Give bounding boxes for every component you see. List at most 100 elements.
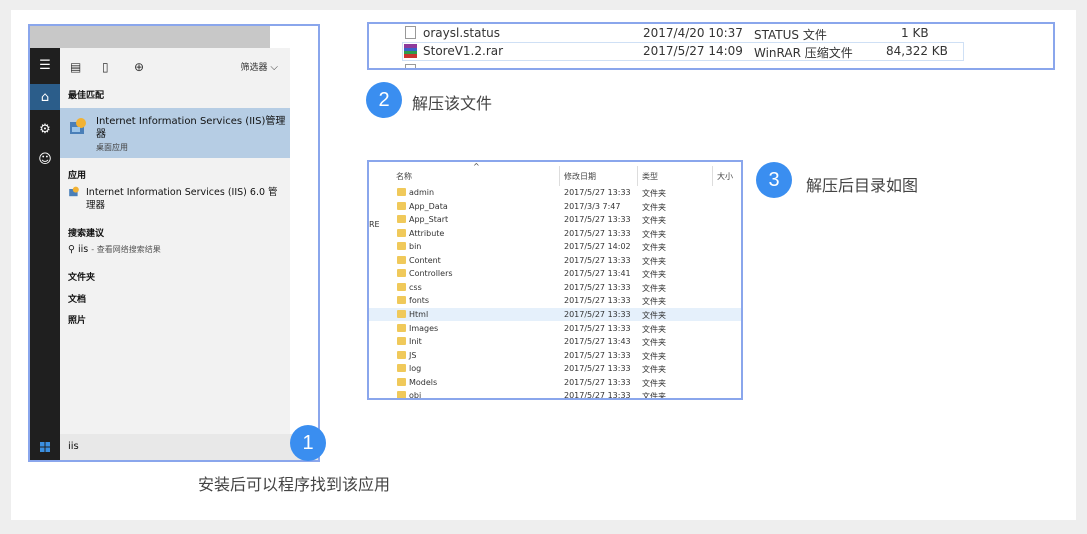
folder-icon xyxy=(397,296,406,305)
folder-row[interactable]: App_Data 2017/3/3 7:47 文件夹 xyxy=(369,200,741,214)
column-divider xyxy=(637,166,638,186)
folder-row[interactable]: Attribute 2017/5/27 13:33 文件夹 xyxy=(369,227,741,241)
folder-icon xyxy=(397,255,406,264)
folder-date: 2017/5/27 13:33 xyxy=(564,215,631,225)
folder-name: log xyxy=(409,364,422,374)
file-row[interactable]: oraysl.status 2017/4/20 10:37 STATUS 文件 … xyxy=(369,24,1053,43)
folder-type: 文件夹 xyxy=(642,310,666,320)
folder-type: 文件夹 xyxy=(642,270,666,280)
col-name[interactable]: 名称 xyxy=(396,171,412,182)
folder-name: Controllers xyxy=(409,269,453,279)
folder-row[interactable]: admin 2017/5/27 13:33 文件夹 xyxy=(369,186,741,200)
folder-row[interactable]: bin 2017/5/27 14:02 文件夹 xyxy=(369,240,741,254)
folder-icon xyxy=(397,188,406,196)
hamburger-icon[interactable]: ☰ xyxy=(30,52,60,78)
folder-row[interactable]: Init 2017/5/27 13:43 文件夹 xyxy=(369,335,741,349)
search-box[interactable]: iis xyxy=(68,441,79,452)
column-divider xyxy=(559,166,560,186)
folder-date: 2017/5/27 13:33 xyxy=(564,377,631,387)
folder-date: 2017/5/27 13:33 xyxy=(564,350,631,360)
col-date[interactable]: 修改日期 xyxy=(564,171,596,182)
home-icon[interactable]: ⌂ xyxy=(30,84,60,110)
folder-date: 2017/3/3 7:47 xyxy=(564,201,621,211)
folder-icon xyxy=(397,215,406,224)
folder-type: 文件夹 xyxy=(642,378,666,388)
column-header: ^ 名称 修改日期 类型 大小 xyxy=(369,162,741,186)
folder-name: Attribute xyxy=(409,228,445,238)
folder-type: 文件夹 xyxy=(642,283,666,293)
filter-dropdown[interactable]: 筛选器 ⌵ xyxy=(241,60,278,73)
file-size: 84,322 KB xyxy=(886,44,948,58)
apps-header: 应用 xyxy=(68,171,87,181)
folder-name: Init xyxy=(409,337,422,347)
folder-row[interactable]: obj 2017/5/27 13:33 文件夹 xyxy=(369,389,741,400)
folder-row[interactable]: fonts 2017/5/27 13:33 文件夹 xyxy=(369,294,741,308)
search-suggest-query: iis xyxy=(78,244,89,255)
folder-name: bin xyxy=(409,242,422,252)
folder-date: 2017/5/27 13:41 xyxy=(564,269,631,279)
folder-icon xyxy=(397,391,406,398)
step-1-badge: 1 xyxy=(290,425,326,461)
folder-row[interactable]: App_Start 2017/5/27 13:33 文件夹 xyxy=(369,213,741,227)
folder-row[interactable]: JS 2017/5/27 13:33 文件夹 xyxy=(369,349,741,363)
folder-name: JS xyxy=(409,350,417,360)
file-date: 2017/4/20 10:37 xyxy=(643,26,743,40)
folder-row[interactable]: css 2017/5/27 13:33 文件夹 xyxy=(369,281,741,295)
iis-app-icon xyxy=(70,118,86,134)
globe-icon[interactable]: ⊕ xyxy=(134,60,144,74)
folder-name: App_Start xyxy=(409,215,449,225)
folder-type: 文件夹 xyxy=(642,365,666,375)
file-row-partial xyxy=(369,62,1053,68)
chevron-down-icon: ⌵ xyxy=(270,62,278,73)
folder-icon xyxy=(397,377,406,386)
file-icon xyxy=(405,64,416,68)
file-name: StoreV1.2.rar xyxy=(423,44,504,58)
folder-icon xyxy=(397,269,406,278)
app-result-item[interactable]: Internet Information Services (IIS) 6.0 … xyxy=(86,186,286,212)
folder-date: 2017/5/27 13:43 xyxy=(564,337,631,347)
col-type[interactable]: 类型 xyxy=(642,171,658,182)
column-divider xyxy=(712,166,713,186)
best-match-header: 最佳匹配 xyxy=(68,91,105,101)
file-row[interactable]: StoreV1.2.rar 2017/5/27 14:09 WinRAR 压缩文… xyxy=(369,42,1053,61)
windows-icon[interactable] xyxy=(30,434,60,460)
folder-row[interactable]: Controllers 2017/5/27 13:41 文件夹 xyxy=(369,267,741,281)
folder-date: 2017/5/27 13:33 xyxy=(564,323,631,333)
folder-icon xyxy=(397,201,406,210)
start-left-rail: ☰ ⌂ ⚙ ☺ ○ xyxy=(30,48,60,460)
start-menu-panel: ☰ ⌂ ⚙ ☺ ○ ▤ ▯ ⊕ 筛选器 ⌵ 最佳匹配 Internet Info… xyxy=(28,24,320,462)
search-results-pane: ▤ ▯ ⊕ 筛选器 ⌵ 最佳匹配 Internet Information Se… xyxy=(60,48,290,446)
folder-name: Html xyxy=(409,309,429,319)
folder-date: 2017/5/27 13:33 xyxy=(564,391,631,400)
folder-date: 2017/5/27 13:33 xyxy=(564,364,631,374)
folder-name: Images xyxy=(409,323,439,333)
folder-name: Models xyxy=(409,377,438,387)
folder-name: obj xyxy=(409,391,422,400)
folder-list-panel: ^ 名称 修改日期 类型 大小 RE admin 2017/5/27 13:33 文… xyxy=(367,160,743,400)
folder-name: Content xyxy=(409,255,441,265)
person-icon[interactable]: ☺ xyxy=(30,146,60,172)
folder-row[interactable]: log 2017/5/27 13:33 文件夹 xyxy=(369,362,741,376)
search-suggest-item[interactable]: ⚲ iis - 查看网络搜索结果 xyxy=(68,244,161,255)
folder-date: 2017/5/27 13:33 xyxy=(564,309,631,319)
folder-row[interactable]: Content 2017/5/27 13:33 文件夹 xyxy=(369,254,741,268)
step-2-badge: 2 xyxy=(366,82,402,118)
filter-label: 筛选器 xyxy=(240,63,268,73)
folder-name: fonts xyxy=(409,296,430,306)
folder-icon xyxy=(397,323,406,332)
folder-type: 文件夹 xyxy=(642,229,666,239)
sort-arrow-icon: ^ xyxy=(473,162,480,171)
folder-row[interactable]: Models 2017/5/27 13:33 文件夹 xyxy=(369,376,741,390)
best-match-item[interactable]: Internet Information Services (IIS)管理器 桌… xyxy=(60,108,290,158)
document-icon[interactable]: ▤ xyxy=(70,60,81,74)
col-size[interactable]: 大小 xyxy=(717,171,733,182)
folder-date: 2017/5/27 13:33 xyxy=(564,228,631,238)
folder-row[interactable]: Images 2017/5/27 13:33 文件夹 xyxy=(369,322,741,336)
folder-icon xyxy=(397,337,406,346)
settings-icon[interactable]: ⚙ xyxy=(30,116,60,142)
file-icon xyxy=(405,26,416,39)
new-doc-icon[interactable]: ▯ xyxy=(102,60,109,74)
folder-row[interactable]: Html 2017/5/27 13:33 文件夹 xyxy=(369,307,741,322)
folder-icon xyxy=(397,364,406,373)
folder-type: 文件夹 xyxy=(642,256,666,266)
